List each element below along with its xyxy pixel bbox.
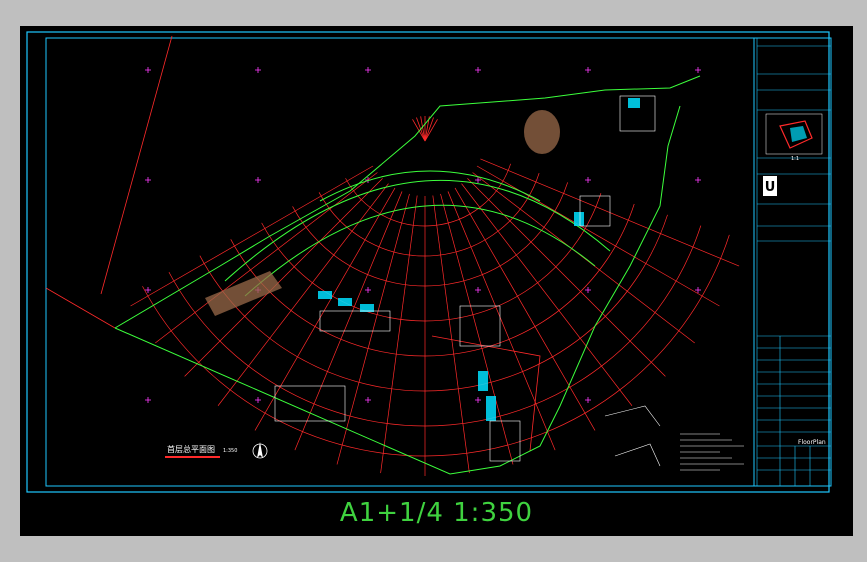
room-details xyxy=(274,95,656,462)
radial-grid-line xyxy=(294,191,403,451)
plan-scale: 1:350 xyxy=(223,448,237,454)
title-block-table-label: FloorPlan xyxy=(798,439,826,446)
radial-grid-line xyxy=(380,195,418,474)
radial-grid-line xyxy=(336,193,410,465)
radial-grid-line xyxy=(432,195,470,474)
sheet-outer-border xyxy=(26,31,830,493)
company-logo-icon: U xyxy=(763,176,777,196)
drawing-sheet[interactable]: 首层总平面图 1:350 1:1 U FloorPlan xyxy=(20,26,853,536)
key-plan-scale: 1:1 xyxy=(791,156,799,162)
radial-grid-line xyxy=(467,178,666,377)
drawing-scale-label: A1+1/4 1:350 xyxy=(339,498,534,528)
site-boundary xyxy=(45,35,541,452)
plan-title: 首层总平面图 xyxy=(167,444,215,454)
radial-grid-line xyxy=(440,193,514,465)
radial-grid-line xyxy=(184,178,383,377)
north-arrow-icon xyxy=(252,442,268,459)
radial-grid-line xyxy=(447,191,556,451)
radial-grid-line xyxy=(155,172,378,344)
arc-grid-line xyxy=(199,214,668,392)
arc-grid-line xyxy=(345,163,511,227)
highlighted-rooms[interactable] xyxy=(318,98,640,421)
arc-grid-line xyxy=(230,203,635,357)
radial-grid-line xyxy=(476,165,720,307)
cad-viewport[interactable]: 首层总平面图 1:350 1:1 U FloorPlan A1+1/4 1:35… xyxy=(20,26,853,536)
notes-legend xyxy=(604,405,744,471)
sheet-inner-border xyxy=(45,37,832,487)
hatched-area-stair xyxy=(205,110,560,316)
arc-grid-line xyxy=(142,234,730,457)
svg-text:U: U xyxy=(765,180,776,195)
title-block: 1:1 U FloorPlan xyxy=(753,38,831,486)
